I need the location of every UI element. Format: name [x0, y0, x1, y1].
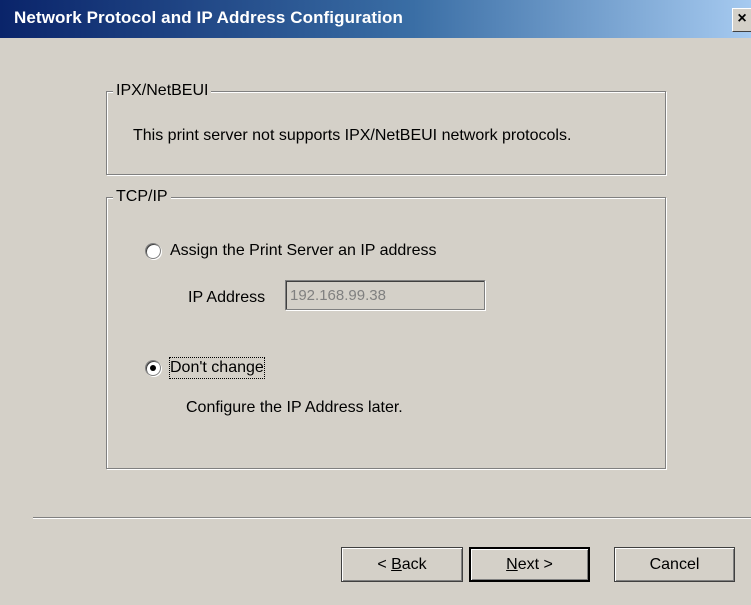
- tcp-ip-group: TCP/IP: [106, 187, 666, 469]
- tcp-ip-legend: TCP/IP: [113, 187, 171, 207]
- dialog-window: Network Protocol and IP Address Configur…: [0, 0, 751, 605]
- assign-ip-radio[interactable]: [145, 243, 161, 259]
- cancel-button[interactable]: Cancel: [614, 547, 735, 582]
- dont-change-radio[interactable]: [145, 360, 161, 376]
- ipx-netbeui-message: This print server not supports IPX/NetBE…: [133, 127, 572, 144]
- ip-address-label: IP Address: [188, 289, 266, 306]
- configure-later-hint: Configure the IP Address later.: [186, 399, 403, 416]
- close-icon[interactable]: ×: [732, 8, 751, 32]
- footer-separator: [33, 517, 751, 519]
- window-title: Network Protocol and IP Address Configur…: [14, 8, 403, 27]
- title-bar[interactable]: Network Protocol and IP Address Configur…: [0, 0, 751, 38]
- assign-ip-radio-option[interactable]: Assign the Print Server an IP address: [145, 241, 437, 261]
- ipx-netbeui-legend: IPX/NetBEUI: [113, 81, 212, 101]
- dont-change-radio-label[interactable]: Don't change: [169, 357, 265, 379]
- dont-change-radio-option[interactable]: Don't change: [145, 357, 265, 379]
- next-button[interactable]: Next >: [469, 547, 590, 582]
- ip-address-input[interactable]: [285, 280, 485, 310]
- assign-ip-radio-label[interactable]: Assign the Print Server an IP address: [170, 241, 437, 261]
- back-button[interactable]: < Back: [341, 547, 463, 582]
